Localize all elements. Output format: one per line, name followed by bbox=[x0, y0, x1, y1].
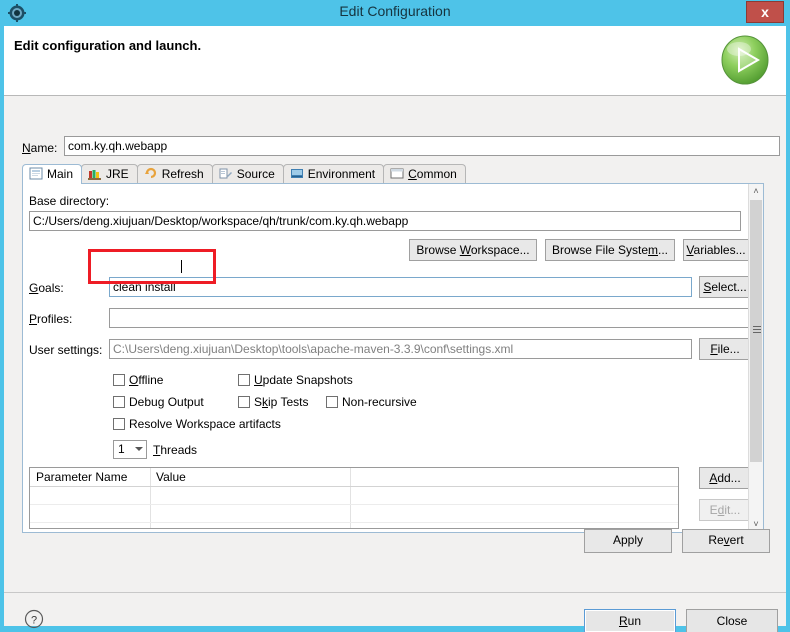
table-header-row: Parameter Name Value bbox=[30, 468, 678, 487]
footer-divider bbox=[4, 592, 786, 593]
tab-refresh-label: Refresh bbox=[161, 167, 204, 181]
tab-main-label: Main bbox=[47, 167, 74, 181]
books-icon bbox=[88, 167, 102, 180]
edit-configuration-dialog: Edit Configuration x Edit configuration … bbox=[0, 0, 790, 632]
goals-input[interactable] bbox=[109, 277, 692, 297]
tab-common-label-rest: ommon bbox=[416, 167, 457, 181]
run-button[interactable]: Run bbox=[584, 609, 676, 632]
name-label: Name: bbox=[22, 141, 58, 155]
non-recursive-label[interactable]: Non-recursive bbox=[342, 395, 417, 409]
tab-common[interactable]: Common bbox=[383, 164, 466, 184]
table-row bbox=[30, 522, 678, 523]
tab-refresh[interactable]: Refresh bbox=[136, 164, 213, 184]
window-title: Edit Configuration bbox=[339, 3, 451, 19]
offline-label[interactable]: Offline bbox=[129, 373, 163, 387]
close-dialog-button[interactable]: Close bbox=[686, 609, 778, 632]
resolve-workspace-artifacts-label[interactable]: Resolve Workspace artifacts bbox=[129, 417, 281, 431]
base-directory-input[interactable] bbox=[29, 211, 741, 231]
checkbox-offline[interactable]: Offline bbox=[113, 373, 163, 387]
select-goals-button[interactable]: Select... bbox=[699, 276, 751, 298]
threads-label: Threads bbox=[153, 443, 198, 457]
table-row bbox=[30, 504, 678, 505]
tab-environment[interactable]: Environment bbox=[282, 164, 385, 184]
checkbox-resolve-workspace-artifacts[interactable]: Resolve Workspace artifacts bbox=[113, 417, 281, 431]
checkbox-update-snapshots[interactable]: Update Snapshots bbox=[238, 373, 353, 387]
close-button[interactable]: x bbox=[746, 1, 784, 23]
revert-button[interactable]: Revert bbox=[682, 529, 770, 553]
profiles-input[interactable] bbox=[109, 308, 751, 328]
window-icon bbox=[390, 167, 404, 180]
user-settings-label: User settings: bbox=[29, 343, 103, 357]
browse-file-system-button[interactable]: Browse File System... bbox=[545, 239, 675, 261]
user-settings-input[interactable] bbox=[109, 339, 692, 359]
document-icon bbox=[29, 167, 43, 180]
skip-tests-checkbox[interactable] bbox=[238, 396, 250, 408]
update-snapshots-checkbox[interactable] bbox=[238, 374, 250, 386]
variables-button[interactable]: Variables... bbox=[683, 239, 749, 261]
run-play-icon bbox=[719, 34, 771, 86]
threads-select[interactable]: 1 bbox=[113, 440, 147, 459]
offline-checkbox[interactable] bbox=[113, 374, 125, 386]
apply-button[interactable]: Apply bbox=[584, 529, 672, 553]
tab-environment-label: Environment bbox=[307, 167, 376, 181]
threads-value: 1 bbox=[118, 442, 125, 456]
environment-icon bbox=[290, 167, 304, 180]
dialog-header: Edit configuration and launch. bbox=[4, 26, 786, 96]
titlebar: Edit Configuration x bbox=[0, 0, 790, 26]
profiles-label: Profiles: bbox=[29, 312, 73, 326]
main-tab-panel: Base directory: Browse Workspace... Brow… bbox=[22, 183, 764, 533]
checkbox-skip-tests[interactable]: Skip Tests bbox=[238, 395, 308, 409]
parameter-table[interactable]: Parameter Name Value bbox=[29, 467, 679, 529]
user-settings-file-button[interactable]: File... bbox=[699, 338, 751, 360]
panel-scrollbar[interactable]: ˄ ˅ bbox=[748, 184, 763, 532]
name-label-rest: ame: bbox=[30, 141, 58, 155]
text-caret bbox=[181, 260, 182, 273]
header-message: Edit configuration and launch. bbox=[14, 38, 202, 53]
source-folder-icon bbox=[219, 167, 233, 180]
resolve-workspace-artifacts-checkbox[interactable] bbox=[113, 418, 125, 430]
tab-main[interactable]: Main bbox=[22, 164, 83, 184]
goals-label: Goals: bbox=[29, 281, 64, 295]
chevron-down-icon bbox=[135, 447, 143, 451]
debug-output-label[interactable]: Debug Output bbox=[129, 395, 204, 409]
scrollbar-grip-icon bbox=[753, 326, 761, 333]
tab-strip: Main JRE Refresh Source Environment Comm… bbox=[22, 164, 764, 184]
non-recursive-checkbox[interactable] bbox=[326, 396, 338, 408]
scroll-up-arrow-icon[interactable]: ˄ bbox=[749, 184, 763, 199]
update-snapshots-label[interactable]: Update Snapshots bbox=[254, 373, 353, 387]
debug-output-checkbox[interactable] bbox=[113, 396, 125, 408]
base-directory-label: Base directory: bbox=[29, 194, 110, 208]
browse-workspace-button[interactable]: Browse Workspace... bbox=[409, 239, 537, 261]
checkbox-debug-output[interactable]: Debug Output bbox=[113, 395, 204, 409]
add-parameter-button[interactable]: Add... bbox=[699, 467, 751, 489]
dialog-body: Edit configuration and launch. Name: com… bbox=[4, 26, 786, 632]
tab-source-label: Source bbox=[236, 167, 275, 181]
checkbox-non-recursive[interactable]: Non-recursive bbox=[326, 395, 417, 409]
name-input[interactable] bbox=[64, 136, 780, 156]
column-header-parameter-name: Parameter Name bbox=[36, 470, 128, 484]
column-header-value: Value bbox=[156, 470, 186, 484]
tab-jre-label: JRE bbox=[106, 167, 129, 181]
skip-tests-label[interactable]: Skip Tests bbox=[254, 395, 308, 409]
tab-jre[interactable]: JRE bbox=[81, 164, 138, 184]
edit-parameter-button: Edit... bbox=[699, 499, 751, 521]
tab-source[interactable]: Source bbox=[211, 164, 284, 184]
scrollbar-thumb[interactable] bbox=[750, 200, 762, 462]
question-mark-icon[interactable]: ? bbox=[24, 609, 44, 629]
svg-text:?: ? bbox=[31, 615, 37, 627]
refresh-arrows-icon bbox=[144, 167, 158, 180]
